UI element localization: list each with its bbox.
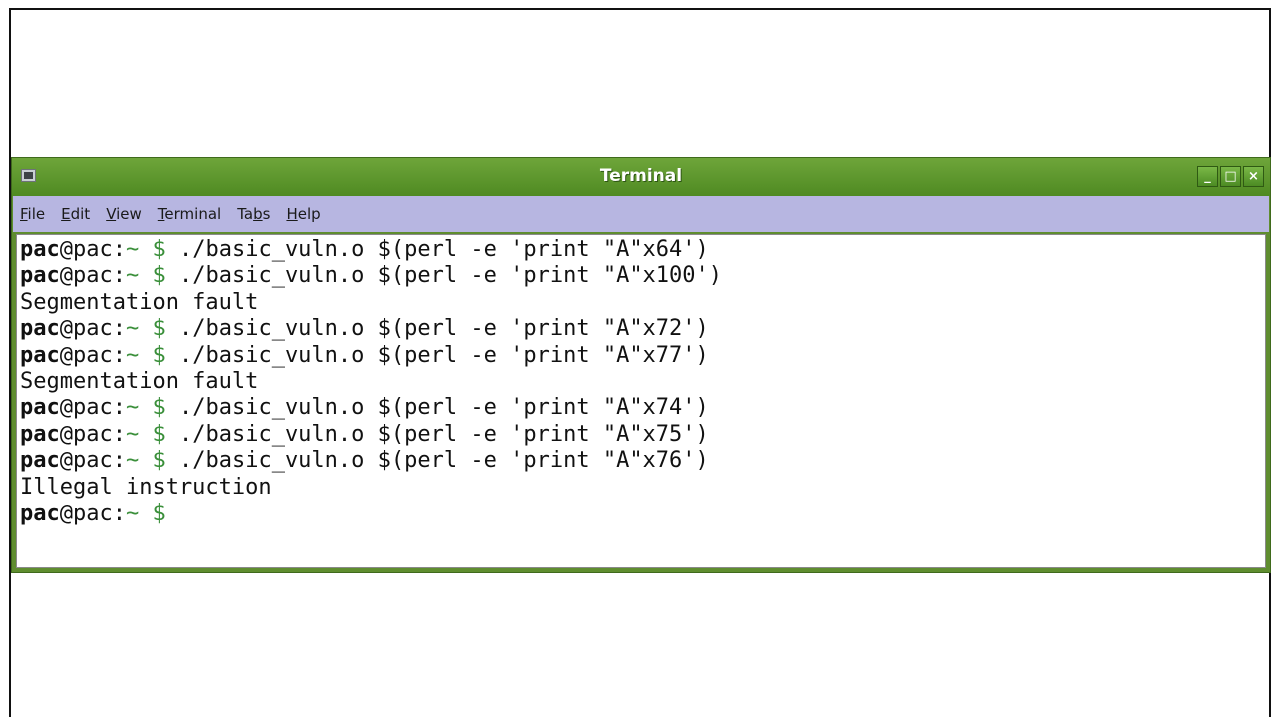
prompt-path: ~ $ — [125, 342, 166, 368]
maximize-icon[interactable]: □ — [1220, 166, 1241, 187]
command-text: ./basic_vuln.o $(perl -e 'print "A"x76') — [165, 448, 709, 474]
prompt-user: pac — [20, 421, 60, 447]
terminal-window: Terminal _ □ × File Edit View Terminal T… — [11, 157, 1271, 573]
terminal-output-line: Segmentation fault — [20, 369, 1265, 395]
terminal-output-line: Illegal instruction — [20, 475, 1265, 501]
prompt-user: pac — [20, 237, 60, 262]
prompt-user: pac — [20, 448, 60, 474]
output-text: Illegal instruction — [20, 474, 272, 500]
menu-bar: File Edit View Terminal Tabs Help — [13, 196, 1269, 232]
prompt-host: @pac: — [59, 342, 126, 368]
menu-terminal[interactable]: Terminal — [157, 203, 222, 225]
prompt-path: ~ $ — [125, 316, 166, 342]
terminal-output-line: Segmentation fault — [20, 290, 1265, 316]
prompt-host: @pac: — [59, 263, 126, 289]
command-text: ./basic_vuln.o $(perl -e 'print "A"x74') — [165, 395, 709, 421]
prompt-host: @pac: — [59, 421, 126, 447]
prompt-host: @pac: — [59, 237, 126, 262]
terminal-command-line: pac@pac:~ $ ./basic_vuln.o $(perl -e 'pr… — [20, 237, 1265, 263]
prompt-path: ~ $ — [125, 421, 166, 447]
prompt-user: pac — [20, 342, 60, 368]
command-text: ./basic_vuln.o $(perl -e 'print "A"x77') — [165, 342, 709, 368]
terminal-command-line: pac@pac:~ $ ./basic_vuln.o $(perl -e 'pr… — [20, 395, 1265, 421]
terminal-command-line: pac@pac:~ $ ./basic_vuln.o $(perl -e 'pr… — [20, 448, 1265, 474]
command-text: ./basic_vuln.o $(perl -e 'print "A"x75') — [165, 421, 709, 447]
command-text: ./basic_vuln.o $(perl -e 'print "A"x72') — [165, 316, 709, 342]
minimize-icon[interactable]: _ — [1197, 166, 1218, 187]
output-text: Segmentation fault — [20, 368, 259, 394]
close-icon[interactable]: × — [1243, 166, 1264, 187]
terminal-output[interactable]: pac@pac:~ $ ./basic_vuln.o $(perl -e 'pr… — [16, 234, 1266, 568]
prompt-host: @pac: — [59, 316, 126, 342]
slide-bottom-area — [11, 573, 1269, 717]
command-text: ./basic_vuln.o $(perl -e 'print "A"x64') — [165, 237, 709, 262]
terminal-command-line: pac@pac:~ $ ./basic_vuln.o $(perl -e 'pr… — [20, 263, 1265, 289]
prompt-path: ~ $ — [125, 263, 166, 289]
window-title: Terminal — [599, 166, 683, 186]
prompt-path: ~ $ — [125, 448, 166, 474]
prompt-user: pac — [20, 395, 60, 421]
menu-file[interactable]: File — [19, 203, 46, 225]
title-bar[interactable]: Terminal _ □ × — [12, 158, 1270, 196]
prompt-host: @pac: — [59, 500, 126, 526]
output-text: Segmentation fault — [20, 289, 259, 315]
command-text: ./basic_vuln.o $(perl -e 'print "A"x100'… — [165, 263, 723, 289]
terminal-command-line: pac@pac:~ $ ./basic_vuln.o $(perl -e 'pr… — [20, 343, 1265, 369]
window-controls: _ □ × — [1197, 166, 1264, 187]
prompt-user: pac — [20, 316, 60, 342]
prompt-host: @pac: — [59, 448, 126, 474]
prompt-user: pac — [20, 500, 60, 526]
terminal-command-line: pac@pac:~ $ ./basic_vuln.o $(perl -e 'pr… — [20, 316, 1265, 342]
terminal-command-line: pac@pac:~ $ ./basic_vuln.o $(perl -e 'pr… — [20, 422, 1265, 448]
menu-help[interactable]: Help — [285, 203, 321, 225]
prompt-path: ~ $ — [125, 395, 166, 421]
prompt-path: ~ $ — [125, 500, 166, 526]
prompt-path: ~ $ — [125, 237, 166, 262]
prompt-host: @pac: — [59, 395, 126, 421]
menu-view[interactable]: View — [105, 203, 143, 225]
terminal-command-line: pac@pac:~ $ — [20, 501, 1265, 527]
prompt-user: pac — [20, 263, 60, 289]
menu-tabs[interactable]: Tabs — [236, 203, 271, 225]
menu-edit[interactable]: Edit — [60, 203, 91, 225]
